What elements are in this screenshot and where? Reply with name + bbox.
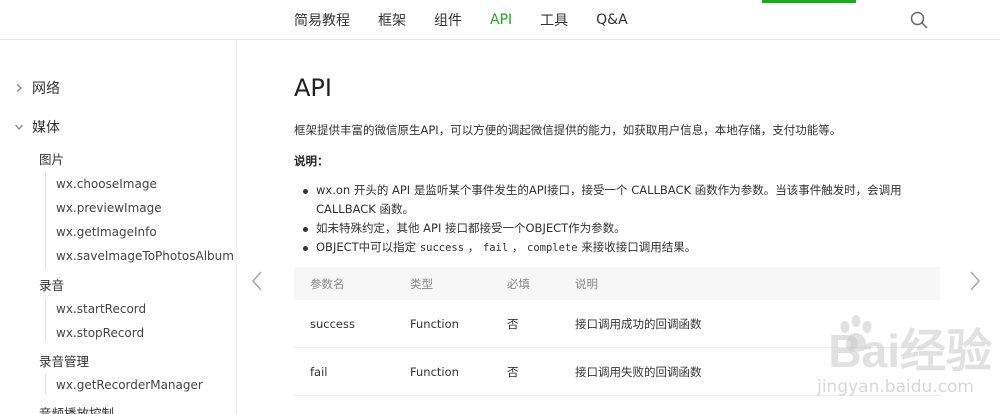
code-success: success: [419, 242, 465, 254]
prev-page-arrow-icon[interactable]: [250, 270, 264, 292]
chevron-down-icon: [15, 124, 23, 130]
sidebar-group-label: 媒体: [32, 120, 60, 136]
column-header-desc: 说明: [575, 276, 598, 291]
intro-text: 框架提供丰富的微信原生API，可以方便的调起微信提供的能力，如获取用户信息，本地…: [294, 123, 842, 137]
nav-item-tutorial[interactable]: 简易教程: [294, 10, 350, 30]
cell-name: fail: [310, 364, 328, 379]
nav-item-api[interactable]: API: [490, 12, 512, 28]
cell-name: success: [310, 316, 355, 331]
sidebar-group-label: 网络: [32, 81, 60, 97]
separator: ，: [467, 240, 480, 254]
nav-item-qa[interactable]: Q&A: [596, 12, 628, 28]
watermark-url: jingyan.baidu.com: [817, 377, 974, 397]
sidebar-item-get-recorder-manager[interactable]: wx.getRecorderManager: [56, 378, 203, 392]
chevron-right-icon: [16, 84, 22, 92]
list-item: 如未特殊约定，其他 API 接口都接受一个OBJECT作为参数。: [294, 219, 914, 238]
sidebar-item-start-record[interactable]: wx.startRecord: [56, 302, 146, 316]
code-fail: fail: [482, 242, 509, 254]
sidebar-group-media[interactable]: 媒体: [14, 117, 60, 137]
list-item: wx.on 开头的 API 是监听某个事件发生的API接口，接受一个 CALLB…: [294, 181, 914, 219]
nav-item-framework[interactable]: 框架: [378, 10, 406, 30]
cell-type: Function: [410, 316, 459, 331]
sidebar-group-network[interactable]: 网络: [14, 78, 60, 98]
main-nav: 简易教程 框架 组件 API 工具 Q&A: [280, 0, 642, 40]
cell-required: 否: [507, 316, 519, 331]
sidebar-item-choose-image[interactable]: wx.chooseImage: [56, 177, 157, 191]
top-accent-strip: [762, 0, 856, 3]
notes-list: wx.on 开头的 API 是监听某个事件发生的API接口，接受一个 CALLB…: [294, 181, 914, 258]
column-header-required: 必填: [507, 276, 530, 291]
list-item-text: OBJECT中可以指定: [316, 240, 417, 254]
top-nav-bar: 简易教程 框架 组件 API 工具 Q&A: [0, 0, 1000, 40]
sidebar-item-save-image[interactable]: wx.saveImageToPhotosAlbum: [56, 249, 234, 263]
cell-required: 否: [507, 364, 519, 379]
sidebar-category-recorder-manager[interactable]: 录音管理: [39, 351, 89, 370]
sidebar-item-get-image-info[interactable]: wx.getImageInfo: [56, 225, 157, 239]
search-icon[interactable]: [910, 11, 928, 29]
separator: ，: [511, 240, 524, 254]
baidu-jingyan-watermark: Bai经验 jingyan.baidu.com: [762, 305, 992, 410]
sidebar-category-audio-control[interactable]: 音频播放控制: [39, 403, 114, 414]
sidebar-tree-line: [45, 298, 46, 342]
sidebar-category-image[interactable]: 图片: [39, 149, 64, 168]
page-title: API: [294, 74, 332, 102]
note-title: 说明：: [294, 154, 329, 168]
sidebar-item-stop-record[interactable]: wx.stopRecord: [56, 326, 144, 340]
column-header-name: 参数名: [310, 276, 345, 291]
table-header: 参数名 类型 必填 说明: [294, 267, 940, 300]
sidebar-item-preview-image[interactable]: wx.previewImage: [56, 201, 162, 215]
sidebar: 网络 媒体 图片 wx.chooseImage wx.previewImage …: [0, 40, 237, 414]
list-item: OBJECT中可以指定 success ， fail ， complete 来接…: [294, 238, 914, 258]
sidebar-tree-line: [45, 374, 46, 394]
column-header-type: 类型: [410, 276, 433, 291]
nav-item-tools[interactable]: 工具: [540, 10, 568, 30]
code-complete: complete: [527, 242, 578, 254]
list-item-text: CALLBACK 函数。: [316, 202, 414, 216]
watermark-main-text: Bai经验: [828, 325, 992, 377]
sidebar-category-record[interactable]: 录音: [39, 275, 64, 294]
nav-item-components[interactable]: 组件: [434, 10, 462, 30]
list-item-text: 来接收接口调用结果。: [581, 240, 697, 254]
sidebar-tree-line: [45, 172, 46, 270]
next-page-arrow-icon[interactable]: [968, 270, 982, 292]
list-item-text: wx.on 开头的 API 是监听某个事件发生的API接口，接受一个 CALLB…: [316, 183, 902, 197]
cell-type: Function: [410, 364, 459, 379]
